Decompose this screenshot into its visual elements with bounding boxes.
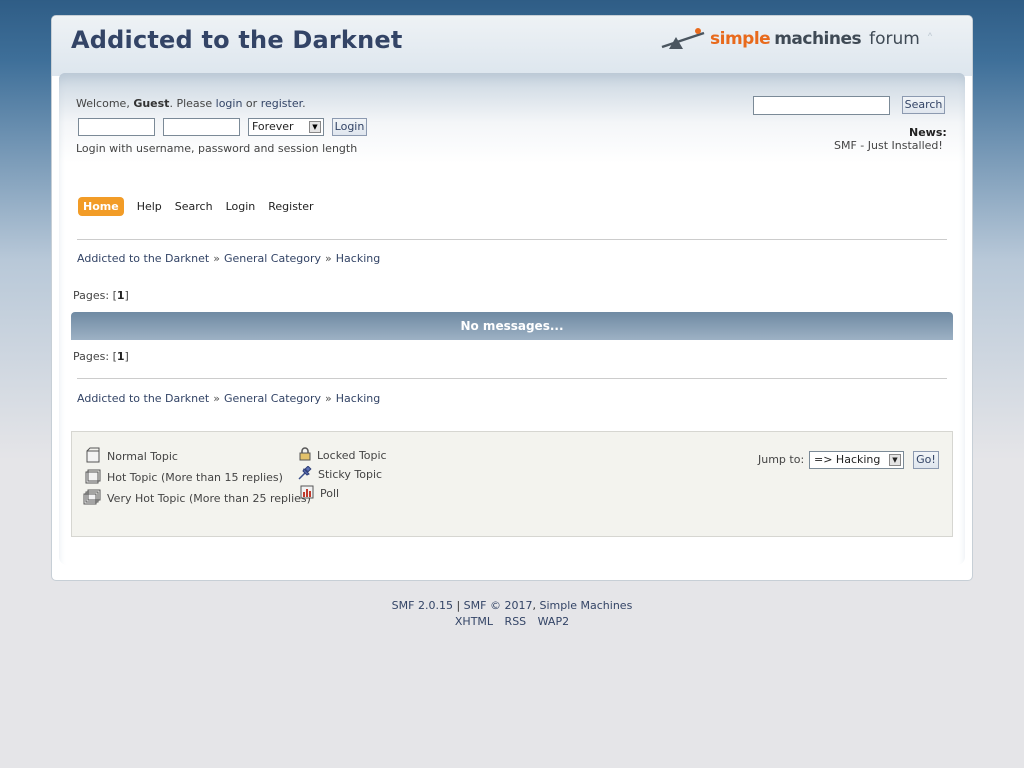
logo-forum-text: forum: [869, 29, 920, 49]
guest-label: Guest: [133, 97, 170, 110]
breadcrumb-separator: »: [213, 392, 220, 405]
jump-to-value: => Hacking: [814, 453, 881, 466]
legend-very-hot-topic: Very Hot Topic (More than 25 replies): [83, 489, 311, 508]
jump-to-select[interactable]: => Hacking ▼: [809, 451, 904, 469]
legend-normal-label: Normal Topic: [107, 450, 178, 463]
news-label: News:: [909, 126, 947, 139]
breadcrumb-category[interactable]: General Category: [224, 392, 321, 405]
legend-sticky-topic: Sticky Topic: [298, 465, 383, 483]
poll-icon: [300, 485, 314, 502]
welcome-text: Welcome, Guest. Please login or register…: [76, 97, 306, 110]
search-button[interactable]: Search: [902, 96, 945, 114]
menu-item-register[interactable]: Register: [268, 197, 313, 216]
footer: SMF 2.0.15 | SMF © 2017, Simple Machines…: [0, 598, 1024, 630]
breadcrumb-forum[interactable]: Addicted to the Darknet: [77, 252, 209, 265]
smf-version-link[interactable]: SMF 2.0.15: [392, 599, 453, 612]
legend-normal-topic: Normal Topic: [85, 447, 178, 466]
pages-close: ]: [124, 350, 129, 363]
seesaw-logo-icon: [661, 28, 705, 49]
simple-machines-link[interactable]: Simple Machines: [539, 599, 632, 612]
legend-locked-topic: Locked Topic: [299, 447, 387, 464]
page-number-current[interactable]: 1: [117, 350, 125, 363]
breadcrumb-forum[interactable]: Addicted to the Darknet: [77, 392, 209, 405]
page-number-current[interactable]: 1: [117, 289, 125, 302]
lock-icon: [299, 447, 311, 464]
breadcrumb-top: Addicted to the Darknet » General Category…: [77, 252, 380, 265]
breadcrumb-bottom: Addicted to the Darknet » General Category…: [77, 392, 380, 405]
login-link[interactable]: login: [216, 97, 243, 110]
footer-separator: |: [452, 599, 464, 612]
xhtml-link[interactable]: XHTML: [455, 615, 493, 628]
divider: [77, 378, 947, 379]
divider: [77, 239, 947, 240]
login-button[interactable]: Login: [332, 118, 367, 136]
register-link[interactable]: register: [261, 97, 302, 110]
pushpin-icon: [298, 465, 312, 483]
period-text: .: [302, 97, 306, 110]
logo-machines-text: machines: [774, 29, 862, 49]
login-hint: Login with username, password and sessio…: [76, 142, 358, 155]
username-field[interactable]: [78, 118, 155, 136]
menu-item-home[interactable]: Home: [78, 197, 124, 216]
breadcrumb-separator: »: [325, 392, 332, 405]
main-menu: Home Help Search Login Register: [78, 197, 327, 216]
legend-sticky-label: Sticky Topic: [318, 468, 383, 481]
jump-to-label: Jump to:: [758, 453, 805, 466]
footer-credits: SMF 2.0.15 | SMF © 2017, Simple Machines: [0, 598, 1024, 614]
rss-link[interactable]: RSS: [505, 615, 527, 628]
no-messages-bar: No messages...: [71, 312, 953, 340]
breadcrumb-category[interactable]: General Category: [224, 252, 321, 265]
footer-links: XHTML RSS WAP2: [0, 614, 1024, 630]
breadcrumb-board[interactable]: Hacking: [336, 252, 380, 265]
go-button[interactable]: Go!: [913, 451, 939, 469]
legend-hot-label: Hot Topic (More than 15 replies): [107, 471, 283, 484]
breadcrumb-separator: »: [213, 252, 220, 265]
pages-label: Pages: [: [73, 289, 117, 302]
normal-topic-icon: [85, 447, 101, 466]
smf-copyright-link[interactable]: SMF © 2017: [464, 599, 533, 612]
menu-item-login[interactable]: Login: [226, 197, 256, 216]
pages-close: ]: [124, 289, 129, 302]
hot-topic-icon: [85, 468, 101, 487]
logo-simple-text: simple: [710, 29, 771, 49]
wap2-link[interactable]: WAP2: [538, 615, 569, 628]
legend-very-hot-label: Very Hot Topic (More than 25 replies): [107, 492, 311, 505]
pagination-top: Pages: [1]: [73, 289, 129, 302]
search-input[interactable]: [753, 96, 890, 115]
session-length-value: Forever: [252, 120, 294, 133]
dropdown-arrow-icon: ▼: [309, 121, 321, 133]
password-field[interactable]: [163, 118, 240, 136]
very-hot-topic-icon: [83, 489, 101, 508]
pages-label: Pages: [: [73, 350, 117, 363]
legend-hot-topic: Hot Topic (More than 15 replies): [85, 468, 283, 487]
legend-poll: Poll: [300, 485, 339, 502]
or-text: or: [242, 97, 261, 110]
header-bar: Addicted to the Darknet simple machines fo…: [52, 16, 972, 76]
welcome-prefix: Welcome,: [76, 97, 134, 110]
session-length-select[interactable]: Forever ▼: [248, 118, 324, 136]
legend-locked-label: Locked Topic: [317, 449, 387, 462]
dropdown-arrow-icon: ▼: [889, 454, 901, 466]
please-text: . Please: [169, 97, 216, 110]
menu-item-help[interactable]: Help: [137, 197, 162, 216]
forum-title[interactable]: Addicted to the Darknet: [71, 26, 403, 54]
news-text: SMF - Just Installed!: [834, 139, 943, 152]
collapse-header-icon[interactable]: ˄: [920, 32, 940, 48]
smf-logo[interactable]: simple machines forum: [660, 26, 920, 52]
breadcrumb-board[interactable]: Hacking: [336, 392, 380, 405]
legend-poll-label: Poll: [320, 487, 340, 500]
breadcrumb-separator: »: [325, 252, 332, 265]
pagination-bottom: Pages: [1]: [73, 350, 129, 363]
menu-item-search[interactable]: Search: [175, 197, 213, 216]
